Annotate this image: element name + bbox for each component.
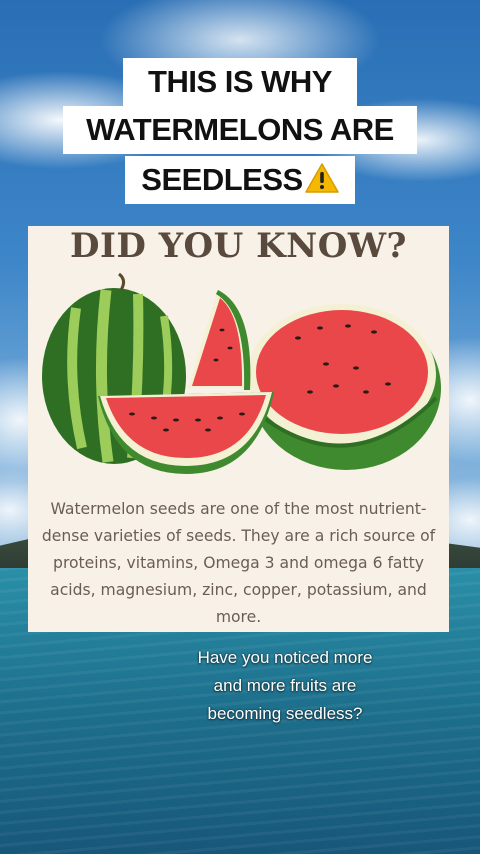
title-text-1: THIS IS WHY [148,64,332,99]
caption-line-2: and more fruits are [213,676,357,695]
watermelon-illustration [42,272,441,474]
card-body-text: Watermelon seeds are one of the most nut… [41,500,436,626]
warning-sign-icon [304,162,339,194]
title-line-3: SEEDLESS [125,156,355,204]
title-text-2: WATERMELONS ARE [86,112,394,147]
title-line-1: THIS IS WHY [123,58,357,106]
standing-slice [188,290,251,390]
did-you-know-card: DID YOU KNOW? Watermelon seeds are one o… [28,226,449,632]
caption-line-3: becoming seedless? [207,704,363,723]
title-line-2: WATERMELONS ARE [63,106,417,154]
card-heading: DID YOU KNOW? [70,226,407,266]
caption-line-1: Have you noticed more [197,648,373,667]
video-caption: Have you noticed more and more fruits ar… [160,644,410,728]
title-text-3: SEEDLESS [141,162,303,197]
half-watermelon [248,304,441,470]
